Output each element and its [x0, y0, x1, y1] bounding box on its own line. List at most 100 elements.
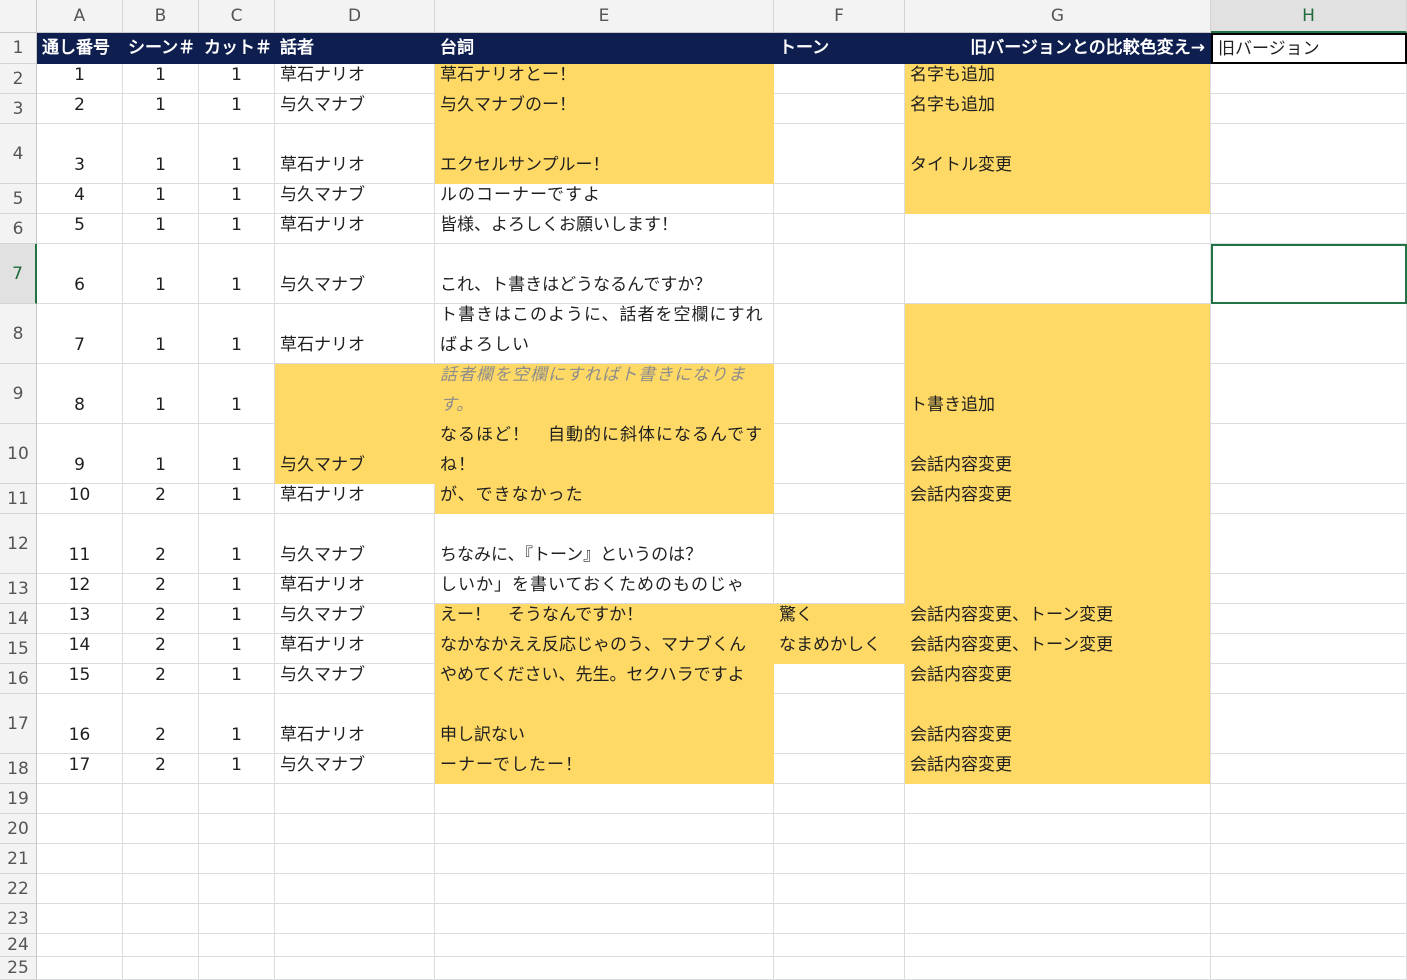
- cell-f12[interactable]: [774, 514, 905, 574]
- row-header-25[interactable]: 25: [0, 957, 37, 980]
- cell-d24[interactable]: [275, 934, 435, 957]
- cell-g4[interactable]: タイトル変更: [905, 124, 1211, 184]
- row-header-11[interactable]: 11: [0, 484, 37, 514]
- cell-d16[interactable]: 与久マナブ: [275, 664, 435, 694]
- cell-a8[interactable]: 7: [37, 304, 123, 364]
- cell-c22[interactable]: [199, 874, 275, 904]
- cell-b5[interactable]: 1: [123, 184, 199, 214]
- cell-f22[interactable]: [774, 874, 905, 904]
- cell-f6[interactable]: [774, 214, 905, 244]
- cell-c17[interactable]: 1: [199, 694, 275, 754]
- row-header-21[interactable]: 21: [0, 844, 37, 874]
- cell-a15[interactable]: 14: [37, 634, 123, 664]
- cell-a5[interactable]: 4: [37, 184, 123, 214]
- row-header-18[interactable]: 18: [0, 754, 37, 784]
- cell-b22[interactable]: [123, 874, 199, 904]
- cell-a23[interactable]: [37, 904, 123, 934]
- cell-f19[interactable]: [774, 784, 905, 814]
- cell-g10[interactable]: 会話内容変更: [905, 424, 1211, 484]
- cell-e7[interactable]: これ、ト書きはどうなるんですか？: [435, 244, 774, 304]
- cell-h24[interactable]: [1211, 934, 1407, 957]
- column-header-d[interactable]: D: [275, 0, 435, 33]
- cell-c16[interactable]: 1: [199, 664, 275, 694]
- cell-b11[interactable]: 2: [123, 484, 199, 514]
- column-header-f[interactable]: F: [774, 0, 905, 33]
- header-cell-a[interactable]: 通し番号: [37, 33, 123, 64]
- cell-b17[interactable]: 2: [123, 694, 199, 754]
- cell-b23[interactable]: [123, 904, 199, 934]
- cell-b20[interactable]: [123, 814, 199, 844]
- cell-f14[interactable]: 驚く: [774, 604, 905, 634]
- cell-e17[interactable]: 申し訳ない: [435, 694, 774, 754]
- cell-f18[interactable]: [774, 754, 905, 784]
- cell-d6[interactable]: 草石ナリオ: [275, 214, 435, 244]
- header-cell-d[interactable]: 話者: [275, 33, 435, 64]
- cell-g19[interactable]: [905, 784, 1211, 814]
- cell-c7[interactable]: 1: [199, 244, 275, 304]
- row-header-19[interactable]: 19: [0, 784, 37, 814]
- cell-h8[interactable]: [1211, 304, 1407, 364]
- cell-d3[interactable]: 与久マナブ: [275, 94, 435, 124]
- row-header-20[interactable]: 20: [0, 814, 37, 844]
- cell-d20[interactable]: [275, 814, 435, 844]
- cell-b12[interactable]: 2: [123, 514, 199, 574]
- cell-c4[interactable]: 1: [199, 124, 275, 184]
- cell-g25[interactable]: [905, 957, 1211, 980]
- row-header-10[interactable]: 10: [0, 424, 37, 484]
- cell-e18[interactable]: ナリオとマナブのエクセルサンプルのコーナーでしたー！: [435, 754, 774, 784]
- row-header-16[interactable]: 16: [0, 664, 37, 694]
- cell-a2[interactable]: 1: [37, 64, 123, 94]
- cell-e10[interactable]: なるほど！ 自動的に斜体になるんですね！: [435, 424, 774, 484]
- cell-f13[interactable]: [774, 574, 905, 604]
- cell-c11[interactable]: 1: [199, 484, 275, 514]
- cell-d17[interactable]: 草石ナリオ: [275, 694, 435, 754]
- cell-g16[interactable]: 会話内容変更: [905, 664, 1211, 694]
- cell-c9[interactable]: 1: [199, 364, 275, 424]
- row-header-8[interactable]: 8: [0, 304, 37, 364]
- cell-g8[interactable]: [905, 304, 1211, 364]
- cell-c14[interactable]: 1: [199, 604, 275, 634]
- row-header-2[interactable]: 2: [0, 64, 37, 94]
- cell-d8[interactable]: 草石ナリオ: [275, 304, 435, 364]
- cell-g14[interactable]: 会話内容変更、トーン変更: [905, 604, 1211, 634]
- cell-e22[interactable]: [435, 874, 774, 904]
- cell-d22[interactable]: [275, 874, 435, 904]
- column-header-g[interactable]: G: [905, 0, 1211, 33]
- cell-a4[interactable]: 3: [37, 124, 123, 184]
- cell-d12[interactable]: 与久マナブ: [275, 514, 435, 574]
- cell-d10[interactable]: 与久マナブ: [275, 424, 435, 484]
- cell-d14[interactable]: 与久マナブ: [275, 604, 435, 634]
- cell-f7[interactable]: [774, 244, 905, 304]
- cell-h5[interactable]: [1211, 184, 1407, 214]
- cell-a12[interactable]: 11: [37, 514, 123, 574]
- cell-d25[interactable]: [275, 957, 435, 980]
- cell-e12[interactable]: ちなみに、『トーン』というのは？: [435, 514, 774, 574]
- cell-g17[interactable]: 会話内容変更: [905, 694, 1211, 754]
- select-all-corner[interactable]: [0, 0, 37, 33]
- cell-b15[interactable]: 2: [123, 634, 199, 664]
- row-header-17[interactable]: 17: [0, 694, 37, 754]
- cell-d21[interactable]: [275, 844, 435, 874]
- row-header-15[interactable]: 15: [0, 634, 37, 664]
- row-header-4[interactable]: 4: [0, 124, 37, 184]
- cell-e13[interactable]: 音声収録の際に「どんな調子で喋ってほしいか」を書いておくためのものじゃ: [435, 574, 774, 604]
- cell-b6[interactable]: 1: [123, 214, 199, 244]
- cell-a13[interactable]: 12: [37, 574, 123, 604]
- cell-h4[interactable]: [1211, 124, 1407, 184]
- cell-g18[interactable]: 会話内容変更: [905, 754, 1211, 784]
- cell-d13[interactable]: 草石ナリオ: [275, 574, 435, 604]
- cell-b16[interactable]: 2: [123, 664, 199, 694]
- cell-h11[interactable]: [1211, 484, 1407, 514]
- cell-h15[interactable]: [1211, 634, 1407, 664]
- cell-h12[interactable]: [1211, 514, 1407, 574]
- row-header-1[interactable]: 1: [0, 33, 37, 64]
- cell-h21[interactable]: [1211, 844, 1407, 874]
- cell-c13[interactable]: 1: [199, 574, 275, 604]
- cell-a22[interactable]: [37, 874, 123, 904]
- cell-h17[interactable]: [1211, 694, 1407, 754]
- cell-g15[interactable]: 会話内容変更、トーン変更: [905, 634, 1211, 664]
- cell-h14[interactable]: [1211, 604, 1407, 634]
- column-header-b[interactable]: B: [123, 0, 199, 33]
- cell-f21[interactable]: [774, 844, 905, 874]
- cell-g6[interactable]: [905, 214, 1211, 244]
